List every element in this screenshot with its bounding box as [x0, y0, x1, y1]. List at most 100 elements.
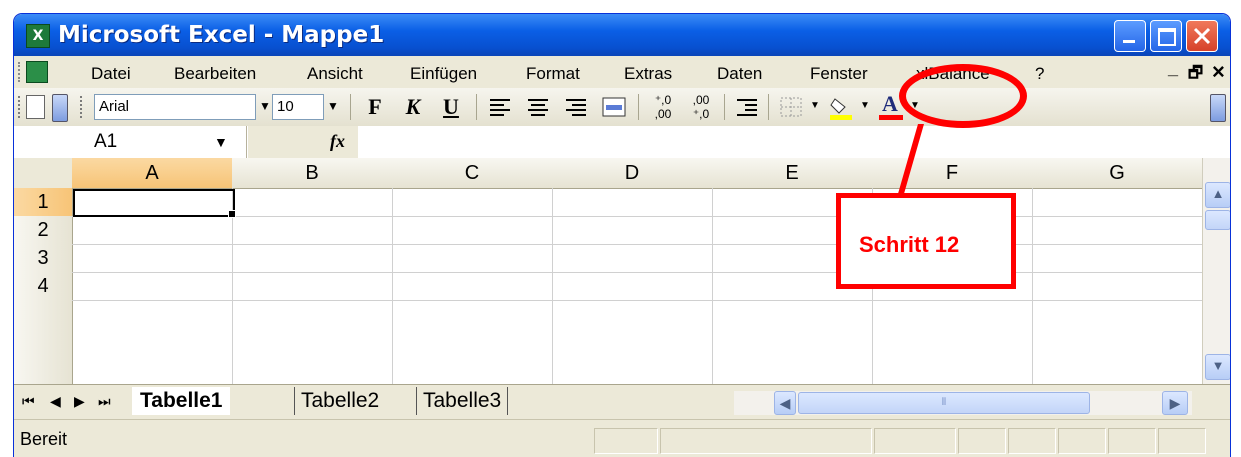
- row-header-5: [14, 300, 73, 384]
- merge-center-icon[interactable]: [598, 93, 630, 121]
- menu-daten[interactable]: Daten: [717, 64, 762, 84]
- align-left-icon[interactable]: [484, 93, 516, 121]
- column-header-b[interactable]: B: [232, 158, 393, 189]
- status-panel: [1108, 428, 1156, 454]
- horizontal-scroll-thumb[interactable]: ⦀: [798, 392, 1090, 414]
- fx-icon: fx: [330, 131, 345, 151]
- status-panel: [1158, 428, 1206, 454]
- prev-sheet-icon[interactable]: ◀: [50, 393, 61, 410]
- font-color-letter: A: [882, 91, 898, 116]
- sheet-tab-tabelle3[interactable]: Tabelle3: [416, 387, 509, 415]
- status-panel: [594, 428, 658, 454]
- italic-button[interactable]: K: [398, 93, 428, 121]
- menu-help[interactable]: ?: [1035, 64, 1044, 84]
- formula-input[interactable]: [360, 126, 1220, 158]
- menu-fenster[interactable]: Fenster: [810, 64, 868, 84]
- vertical-scrollbar[interactable]: ▲ ▼: [1202, 158, 1230, 384]
- toolbar-separator: [350, 94, 351, 120]
- maximize-button[interactable]: [1150, 20, 1182, 52]
- decrease-decimal-icon[interactable]: ,00 ⁺,0: [684, 93, 718, 121]
- font-size-dropdown-icon[interactable]: ▼: [324, 94, 342, 118]
- menu-format[interactable]: Format: [526, 64, 580, 84]
- menu-extras[interactable]: Extras: [624, 64, 672, 84]
- horizontal-scrollbar[interactable]: ◀ ⦀ ▶: [734, 391, 1192, 415]
- menu-bar: Datei Bearbeiten Ansicht Einfügen Format…: [14, 56, 1230, 89]
- align-center-icon[interactable]: [522, 93, 554, 121]
- column-header-e[interactable]: E: [712, 158, 873, 189]
- formula-bar: A1 ▼ fx: [14, 126, 1230, 159]
- align-right-icon[interactable]: [560, 93, 592, 121]
- vertical-scroll-thumb[interactable]: [1205, 210, 1230, 230]
- title-bar: X Microsoft Excel - Mappe1: [14, 14, 1230, 56]
- scroll-right-icon[interactable]: ▶: [1162, 391, 1188, 415]
- active-cell-a1[interactable]: [73, 189, 235, 217]
- toolbar-grip[interactable]: [18, 96, 23, 118]
- window-title: Microsoft Excel - Mappe1: [58, 22, 385, 48]
- fill-handle[interactable]: [228, 210, 236, 218]
- column-header-d[interactable]: D: [552, 158, 713, 189]
- menu-ansicht[interactable]: Ansicht: [307, 64, 363, 84]
- scroll-up-icon[interactable]: ▲: [1205, 182, 1230, 208]
- toolbar-separator: [768, 94, 769, 120]
- excel-icon[interactable]: X: [26, 24, 50, 48]
- close-icon: [1193, 27, 1211, 45]
- column-header-g[interactable]: G: [1032, 158, 1203, 189]
- name-box-dropdown-icon[interactable]: ▼: [214, 134, 228, 150]
- font-name-select[interactable]: Arial: [94, 94, 256, 120]
- scroll-left-icon[interactable]: ◀: [774, 391, 796, 415]
- borders-icon[interactable]: [776, 93, 806, 121]
- row-header-2[interactable]: 2: [14, 216, 73, 245]
- toolbar-options-icon[interactable]: [1210, 94, 1226, 122]
- bold-button[interactable]: F: [360, 93, 390, 121]
- row-header-3[interactable]: 3: [14, 244, 73, 273]
- sheet-tab-tabelle2[interactable]: Tabelle2: [294, 387, 385, 415]
- fill-color-icon[interactable]: [826, 93, 856, 121]
- select-all-corner[interactable]: [14, 158, 73, 189]
- sheet-tab-tabelle1[interactable]: Tabelle1: [132, 387, 231, 415]
- menu-bearbeiten[interactable]: Bearbeiten: [174, 64, 256, 84]
- grid-line: [552, 188, 553, 384]
- underline-button[interactable]: U: [436, 93, 466, 121]
- increase-decimal-icon[interactable]: ⁺,0,00: [646, 93, 680, 121]
- name-box[interactable]: A1 ▼: [14, 126, 247, 158]
- name-box-value: A1: [94, 131, 118, 152]
- scroll-down-icon[interactable]: ▼: [1205, 354, 1230, 380]
- menu-datei[interactable]: Datei: [91, 64, 131, 84]
- workbook-icon[interactable]: [26, 61, 48, 83]
- toolbar-grip[interactable]: [80, 96, 85, 118]
- insert-function-button[interactable]: fx: [248, 126, 358, 158]
- mdi-restore-icon[interactable]: 🗗: [1188, 62, 1203, 89]
- toolbar-separator: [638, 94, 639, 120]
- column-header-f[interactable]: F: [872, 158, 1033, 189]
- last-sheet-icon[interactable]: ⏭: [98, 393, 111, 410]
- column-header-a[interactable]: A: [72, 158, 233, 189]
- font-color-bar: [879, 115, 903, 120]
- status-panel: [1058, 428, 1106, 454]
- menu-einfuegen[interactable]: Einfügen: [410, 64, 477, 84]
- mdi-close-icon[interactable]: ×: [1212, 59, 1225, 85]
- mdi-minimize-icon[interactable]: _: [1168, 58, 1178, 79]
- toolbar-separator: [476, 94, 477, 120]
- menubar-grip[interactable]: [18, 62, 23, 82]
- minimize-button[interactable]: [1114, 20, 1146, 52]
- fill-color-dropdown-icon[interactable]: ▼: [856, 94, 874, 118]
- close-button[interactable]: [1186, 20, 1218, 52]
- borders-dropdown-icon[interactable]: ▼: [806, 94, 824, 118]
- new-document-icon[interactable]: [26, 95, 45, 119]
- toolbar-options-icon[interactable]: [52, 94, 68, 122]
- status-panel: [874, 428, 956, 454]
- font-size-select[interactable]: 10: [272, 94, 324, 120]
- excel-window: X Microsoft Excel - Mappe1 Datei Bearbei…: [14, 14, 1230, 457]
- status-bar: Bereit: [14, 419, 1230, 457]
- row-header-1[interactable]: 1: [14, 188, 73, 217]
- grid-line: [392, 188, 393, 384]
- annotation-callout: Schritt 12: [836, 193, 1016, 289]
- row-header-4[interactable]: 4: [14, 272, 73, 301]
- indent-icon[interactable]: [732, 93, 762, 121]
- font-size-value: 10: [277, 98, 294, 115]
- first-sheet-icon[interactable]: ⏮: [22, 393, 35, 410]
- next-sheet-icon[interactable]: ▶: [74, 393, 85, 410]
- column-header-c[interactable]: C: [392, 158, 553, 189]
- annotation-label: Schritt 12: [859, 232, 960, 257]
- grid-line: [1032, 188, 1033, 384]
